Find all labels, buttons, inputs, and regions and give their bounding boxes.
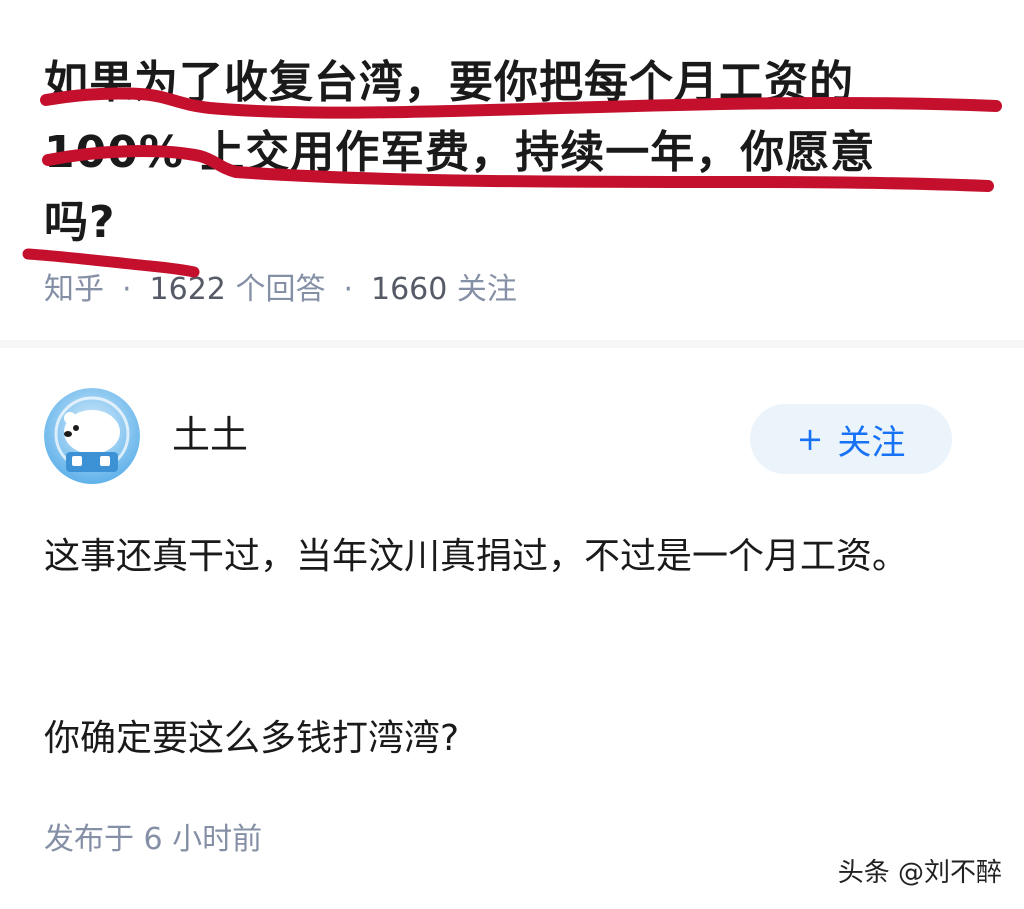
- follow-button[interactable]: + 关注: [750, 404, 952, 474]
- polar-bear-avatar-icon: [44, 388, 140, 484]
- question-title[interactable]: 如果为了收复台湾，要你把每个月工资的100% 上交用作军费，持续一年，你愿意吗?: [44, 48, 944, 258]
- question-header: 如果为了收复台湾，要你把每个月工资的100% 上交用作军费，持续一年，你愿意吗?…: [0, 0, 1024, 340]
- answer-card: 土土 + 关注 这事还真干过，当年汶川真捐过，不过是一个月工资。 你确定要这么多…: [0, 348, 1024, 909]
- source-label[interactable]: 知乎: [44, 268, 104, 312]
- avatar[interactable]: [44, 388, 140, 484]
- answer-paragraph: 这事还真干过，当年汶川真捐过，不过是一个月工资。: [44, 536, 909, 577]
- watermark: 头条 @刘不醉: [837, 858, 1002, 888]
- follower-count-label: 关注: [456, 272, 517, 307]
- follow-button-label: 关注: [837, 422, 906, 463]
- follower-count: 1660: [371, 272, 448, 307]
- meta-separator: ·: [343, 272, 353, 307]
- answer-count-label: 个回答: [235, 272, 326, 307]
- answer-paragraph: 你确定要这么多钱打湾湾?: [44, 718, 460, 759]
- section-divider: [0, 340, 1024, 348]
- answer-count: 1622: [149, 272, 226, 307]
- zhihu-screenshot: 如果为了收复台湾，要你把每个月工资的100% 上交用作军费，持续一年，你愿意吗?…: [0, 0, 1024, 909]
- question-meta: 知乎 · 1622 个回答 · 1660 关注: [44, 268, 517, 312]
- author-name[interactable]: 土土: [172, 410, 248, 460]
- published-time: 发布于 6 小时前: [44, 822, 263, 857]
- meta-separator: ·: [122, 272, 132, 307]
- plus-icon: +: [796, 420, 824, 458]
